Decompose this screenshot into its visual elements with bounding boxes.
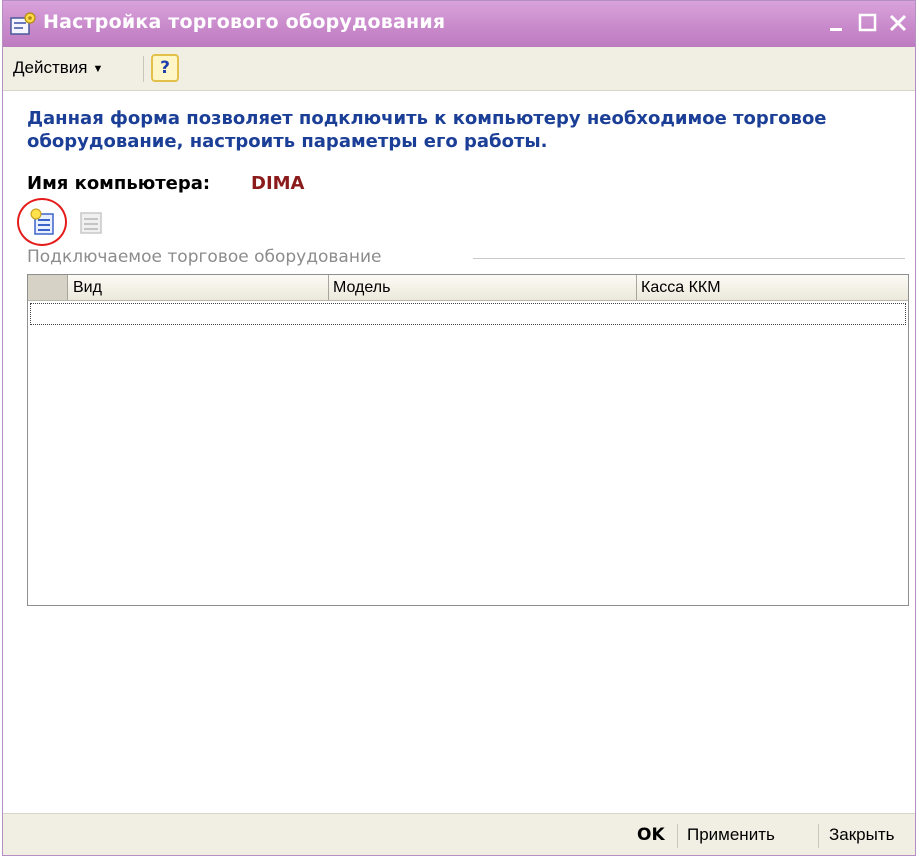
apply-button[interactable]: Применить bbox=[687, 822, 775, 848]
table-header: Вид Модель Касса ККМ bbox=[28, 275, 908, 301]
row-marker-header bbox=[28, 275, 68, 300]
help-icon: ? bbox=[160, 58, 170, 78]
group-divider bbox=[473, 258, 905, 259]
form-gear-icon bbox=[10, 12, 36, 35]
equipment-group-header: Подключаемое торговое оборудование bbox=[27, 247, 382, 267]
close-button[interactable]: Закрыть bbox=[829, 822, 894, 848]
minimize-icon[interactable] bbox=[826, 11, 850, 35]
ok-button[interactable]: OK bbox=[637, 822, 665, 848]
column-header-model[interactable]: Модель bbox=[329, 275, 637, 300]
column-header-vid[interactable]: Вид bbox=[69, 275, 329, 300]
menu-bar: Действия ▼ ? bbox=[3, 47, 915, 91]
maximize-icon[interactable] bbox=[856, 11, 880, 35]
form-description: Данная форма позволяет подключить к комп… bbox=[27, 108, 827, 152]
remove-row-icon[interactable] bbox=[77, 209, 105, 237]
actions-menu-label: Действия bbox=[13, 58, 88, 77]
title-bar[interactable]: Настройка торгового оборудования bbox=[3, 1, 915, 47]
close-icon[interactable] bbox=[886, 11, 910, 35]
equipment-table[interactable]: Вид Модель Касса ККМ bbox=[27, 274, 909, 606]
settings-window: Настройка торгового оборудования Действи… bbox=[2, 0, 916, 856]
help-button[interactable]: ? bbox=[151, 54, 179, 82]
highlight-circle bbox=[17, 198, 67, 246]
footer-separator bbox=[818, 824, 819, 848]
table-row[interactable] bbox=[30, 303, 906, 325]
chevron-down-icon: ▼ bbox=[92, 63, 104, 75]
window-title: Настройка торгового оборудования bbox=[43, 11, 446, 33]
computer-name-label: Имя компьютера: bbox=[27, 173, 211, 194]
computer-name-value: DIMA bbox=[251, 173, 305, 194]
menu-separator bbox=[143, 56, 144, 82]
actions-menu[interactable]: Действия ▼ bbox=[9, 55, 107, 81]
footer-separator bbox=[677, 824, 678, 848]
footer-bar: OK Применить Закрыть bbox=[3, 813, 915, 855]
column-header-kassa[interactable]: Касса ККМ bbox=[637, 275, 908, 300]
